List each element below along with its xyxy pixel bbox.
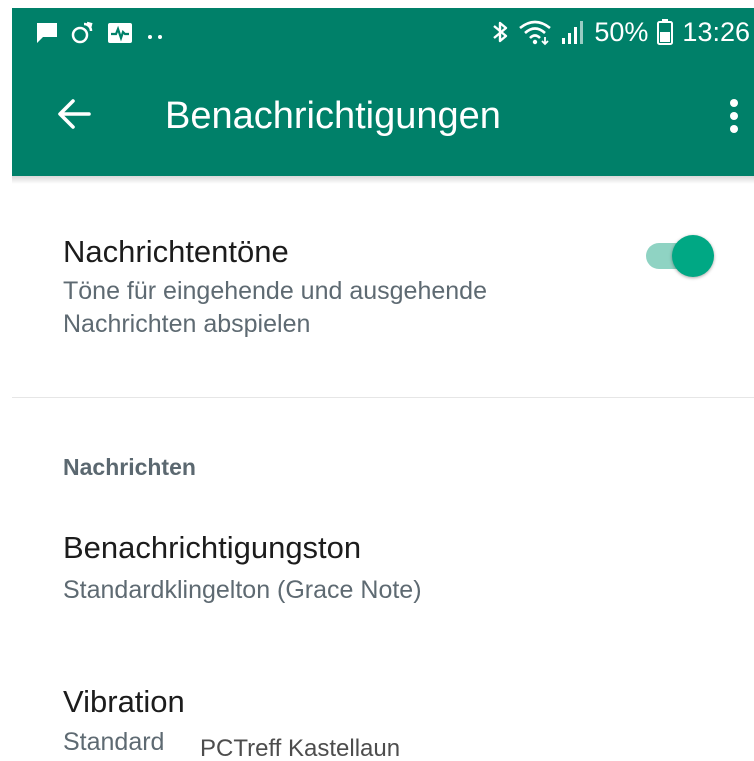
toolbar: Benachrichtigungen (12, 60, 754, 176)
status-bar-right: 50% 13:26 (490, 14, 750, 50)
more-vertical-icon (730, 99, 738, 133)
signal-icon (562, 21, 584, 44)
bluetooth-icon (493, 21, 508, 43)
overflow-menu-button[interactable] (720, 90, 748, 142)
arrow-left-icon (58, 99, 91, 129)
conversation-tones-subtitle-line2: Nachrichten abspielen (63, 310, 311, 338)
activity-icon (108, 23, 132, 43)
more-dots-icon (148, 35, 162, 39)
notification-tone-setting[interactable]: Benachrichtigungston Standardklingelton … (63, 528, 422, 607)
page-title: Benachrichtigungen (165, 95, 501, 137)
vibration-value: Standard (63, 728, 165, 756)
notification-tone-title: Benachrichtigungston (63, 530, 362, 565)
battery-percentage: 50% (594, 17, 649, 47)
conversation-tones-setting[interactable]: Nachrichtentöne Töne für eingehende und … (63, 232, 487, 341)
status-bar: 50% 13:26 (12, 8, 754, 60)
app-bar-shadow (12, 176, 754, 184)
section-divider (12, 397, 754, 398)
battery-icon (657, 19, 674, 45)
vibration-title: Vibration (63, 684, 185, 719)
clock-time: 13:26 (682, 17, 750, 47)
notification-settings-screen: 50% 13:26 Benachrichtigungen Nachrichten… (0, 0, 754, 761)
conversation-tones-subtitle-line1: Töne für eingehende und ausgehende (63, 277, 487, 305)
notification-tone-value: Standardklingelton (Grace Note) (63, 576, 422, 604)
status-bar-left (34, 18, 166, 48)
vibration-setting[interactable]: Vibration Standard (63, 682, 185, 759)
messages-section-header: Nachrichten (63, 454, 196, 480)
conversation-tones-title: Nachrichtentöne (63, 234, 289, 269)
back-button[interactable] (48, 88, 100, 140)
app-bar: 50% 13:26 Benachrichtigungen (12, 8, 754, 176)
sync-icon (71, 21, 93, 44)
watermark-text: PCTreff Kastellaun (200, 735, 401, 761)
wifi-icon (519, 20, 552, 46)
conversation-tones-toggle[interactable] (644, 234, 716, 278)
toggle-thumb (672, 235, 714, 277)
message-icon (37, 23, 57, 43)
